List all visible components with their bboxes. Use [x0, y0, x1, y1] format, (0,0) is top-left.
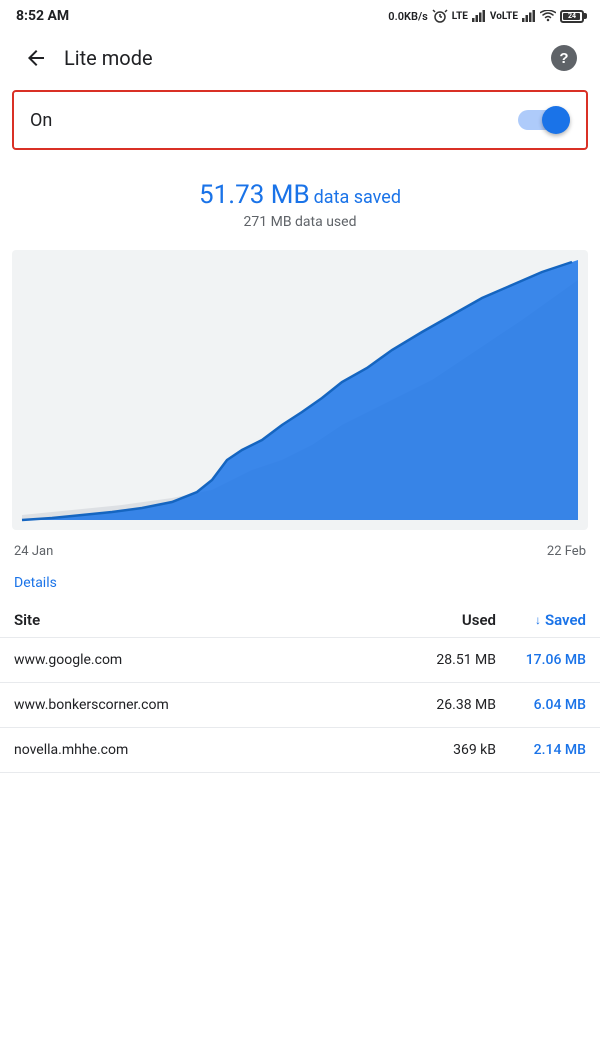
- lite-mode-toggle-row: On: [12, 90, 588, 150]
- status-icons: 0.0KB/s LTE VoLTE: [388, 9, 584, 23]
- signal-icon-2: [522, 10, 536, 22]
- chart-dates: 24 Jan 22 Feb: [0, 538, 600, 575]
- column-header-used: Used: [406, 611, 496, 629]
- column-header-saved: ↓ Saved: [496, 611, 586, 629]
- saved-value: 17.06 MB: [496, 652, 586, 668]
- status-bar: 8:52 AM 0.0KB/s LTE VoLTE: [0, 0, 600, 30]
- site-name: novella.mhhe.com: [14, 742, 406, 758]
- used-value: 28.51 MB: [406, 652, 496, 668]
- toggle-label: On: [30, 110, 52, 131]
- data-chart: [12, 250, 588, 530]
- help-button[interactable]: ?: [544, 38, 584, 78]
- volte-icon: VoLTE: [490, 11, 518, 22]
- network-speed: 0.0KB/s: [388, 10, 428, 23]
- table-header: Site Used ↓ Saved: [0, 603, 600, 638]
- column-header-site: Site: [14, 611, 406, 629]
- used-value: 26.38 MB: [406, 697, 496, 713]
- saved-value: 2.14 MB: [496, 742, 586, 758]
- data-saved-display: 51.73 MB data saved: [16, 180, 584, 210]
- toggle-thumb: [542, 106, 570, 134]
- status-time: 8:52 AM: [16, 8, 69, 24]
- data-table-rows: www.google.com 28.51 MB 17.06 MB www.bon…: [0, 638, 600, 773]
- data-saved-label: data saved: [314, 187, 401, 208]
- details-link[interactable]: Details: [0, 575, 600, 603]
- chart-start-date: 24 Jan: [14, 544, 53, 559]
- saved-value: 6.04 MB: [496, 697, 586, 713]
- down-arrow-icon: ↓: [535, 613, 541, 627]
- header: Lite mode ?: [0, 30, 600, 90]
- table-row: novella.mhhe.com 369 kB 2.14 MB: [0, 728, 600, 773]
- alarm-icon: [432, 9, 448, 23]
- chart-svg: [12, 250, 588, 530]
- battery-icon: 24: [560, 10, 584, 23]
- lte-icon: LTE: [452, 11, 468, 22]
- back-button[interactable]: [16, 38, 56, 78]
- data-used: 271 MB data used: [16, 214, 584, 230]
- data-saved-amount: 51.73 MB: [199, 180, 310, 210]
- site-name: www.bonkerscorner.com: [14, 697, 406, 713]
- data-saved-section: 51.73 MB data saved 271 MB data used: [0, 170, 600, 250]
- back-arrow-icon: [24, 46, 48, 70]
- lite-mode-toggle[interactable]: [518, 106, 570, 134]
- table-row: www.google.com 28.51 MB 17.06 MB: [0, 638, 600, 683]
- site-name: www.google.com: [14, 652, 406, 668]
- table-row: www.bonkerscorner.com 26.38 MB 6.04 MB: [0, 683, 600, 728]
- chart-end-date: 22 Feb: [547, 544, 586, 559]
- signal-icon-1: [472, 10, 486, 22]
- used-value: 369 kB: [406, 742, 496, 758]
- help-icon: ?: [551, 45, 577, 71]
- page-title: Lite mode: [64, 46, 544, 70]
- wifi-icon: [540, 10, 556, 22]
